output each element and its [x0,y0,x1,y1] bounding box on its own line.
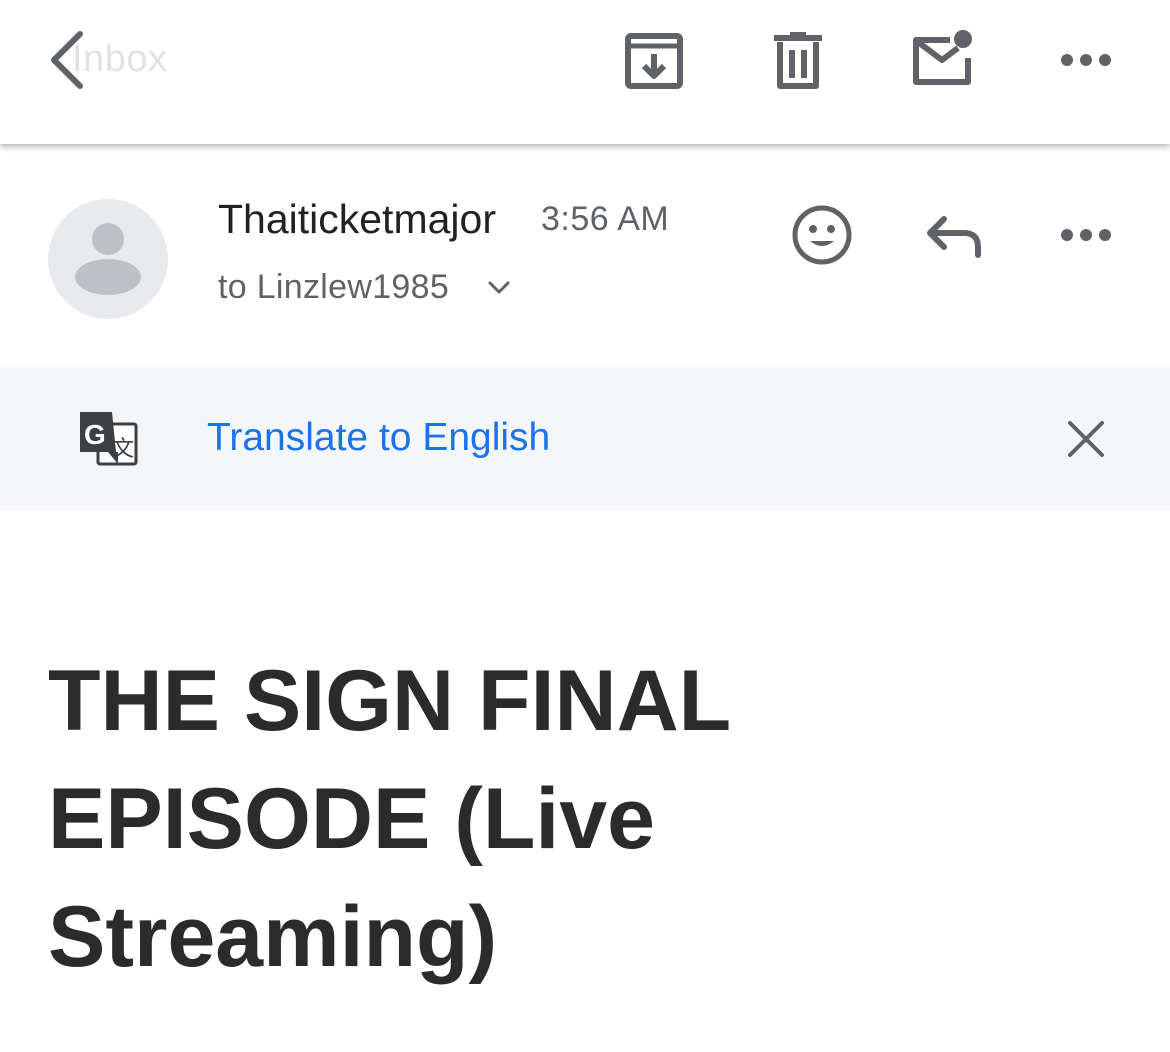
svg-text:G: G [84,419,106,450]
close-icon [1068,421,1104,457]
message-header: Thaiticketmajor 3:56 AM to Linzlew1985 [0,144,1170,366]
chevron-down-icon[interactable] [486,278,512,298]
google-translate-icon: G 文 [80,412,138,466]
back-to-inbox-button[interactable]: Inbox [40,22,170,94]
message-more-button[interactable] [1050,199,1122,271]
translate-banner: G 文 Translate to English [0,367,1170,510]
smiley-icon [792,205,852,265]
email-view: Inbox Thaiticketmajor 3:56 AM to Linzlew… [0,0,1170,1052]
archive-icon [625,33,683,89]
email-subject: THE SIGN FINAL EPISODE (Live Streaming) [48,653,730,985]
top-toolbar: Inbox [0,0,1170,144]
back-label: Inbox [72,38,168,80]
sent-time: 3:56 AM [541,200,670,238]
delete-button[interactable] [760,22,836,98]
chevron-left-icon [51,31,83,89]
more-options-button[interactable] [1048,22,1124,98]
more-horiz-icon [1061,54,1111,66]
reply-button[interactable] [918,199,990,271]
person-icon [75,223,141,295]
recipient-line[interactable]: to Linzlew1985 [218,268,449,307]
trash-icon [774,32,822,89]
close-translate-button[interactable] [1058,411,1114,467]
emoji-reaction-button[interactable] [786,199,858,271]
mark-unread-button[interactable] [904,22,980,98]
reply-icon [927,216,981,258]
archive-button[interactable] [616,22,692,98]
sender-name: Thaiticketmajor [218,196,496,242]
translate-link[interactable]: Translate to English [207,416,550,460]
more-horiz-icon [1061,229,1111,241]
avatar[interactable] [48,199,168,319]
mark-unread-icon [913,30,972,85]
